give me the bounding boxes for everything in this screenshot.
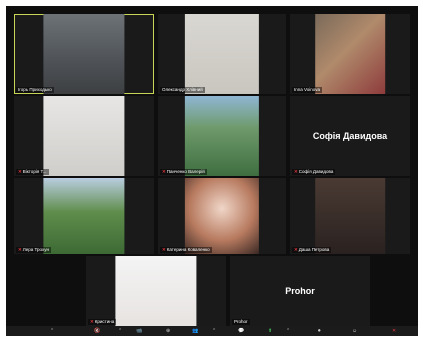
participant-tile-inna[interactable]: Inna Voinova — [290, 14, 410, 94]
participant-name-label: ✕Кристина — [88, 319, 117, 325]
participant-name-label: ✕Катерина Коваленко — [160, 247, 212, 253]
participant-video — [184, 178, 260, 254]
participant-name-label: ✕Софія Давидова — [292, 169, 336, 175]
participant-tile-oleksandr[interactable]: Олександр Хлівний — [158, 14, 286, 94]
participant-display-name: Софія Давидова — [312, 131, 388, 141]
audio-options-chevron-icon[interactable]: ⌃ — [50, 328, 54, 334]
mic-muted-icon: ✕ — [18, 169, 22, 174]
participant-video — [115, 256, 197, 326]
participant-name-label: Prohor — [232, 319, 250, 325]
participant-video — [43, 178, 125, 254]
participant-tile-viktoria[interactable]: ✕Вікторія Т... — [14, 96, 154, 176]
participant-name-label: ✕Вікторія Т... — [16, 169, 49, 175]
participant-tile-krystyna[interactable]: ✕Кристина — [86, 256, 226, 326]
participants-chevron-icon[interactable]: ⌃ — [212, 328, 216, 334]
record-icon[interactable]: ⏺ — [318, 328, 321, 334]
participant-video — [43, 96, 125, 176]
mic-muted-icon: ✕ — [90, 319, 94, 324]
participant-video — [315, 178, 385, 254]
participant-name-label: Ігорь Приходько — [16, 87, 54, 93]
participant-tile-kateryna[interactable]: ✕Катерина Коваленко — [158, 178, 286, 254]
share-chevron-icon[interactable]: ⌃ — [286, 328, 290, 334]
video-icon[interactable]: 📹 — [136, 328, 142, 334]
video-call-gallery: Ігорь Приходько Олександр Хлівний Inna V… — [6, 6, 418, 336]
mic-muted-icon: ✕ — [18, 247, 22, 252]
mute-icon[interactable]: 🔇 — [94, 328, 100, 334]
mic-muted-icon: ✕ — [294, 247, 298, 252]
participants-icon[interactable]: 👥 — [192, 328, 198, 334]
participant-name-label: ✕Панченко Валерій — [160, 169, 207, 175]
chat-icon[interactable]: 💬 — [238, 328, 244, 334]
participant-display-name: Prohor — [285, 286, 315, 296]
mic-muted-icon: ✕ — [294, 169, 298, 174]
mic-muted-icon: ✕ — [162, 169, 166, 174]
meeting-controls-toolbar: ⌃ 🔇 ⌃ 📹 ⊕ 👥 ⌃ 💬 ⬆ ⌃ ⏺ ☺ ✕ — [6, 326, 418, 336]
participant-video — [184, 96, 260, 176]
participant-video — [315, 14, 385, 94]
share-screen-icon[interactable]: ⬆ — [268, 328, 272, 334]
participant-name-label: Inna Voinova — [292, 87, 323, 93]
participant-name-label: ✕Даша Петрова — [292, 247, 332, 253]
participant-tile-prohor[interactable]: Prohor Prohor — [230, 256, 370, 326]
participant-name-label: Олександр Хлівний — [160, 87, 205, 93]
participant-video — [184, 14, 260, 94]
participant-tile-igor[interactable]: Ігорь Приходько — [14, 14, 154, 94]
security-icon[interactable]: ⊕ — [166, 328, 170, 334]
participant-tile-dasha[interactable]: ✕Даша Петрова — [290, 178, 410, 254]
video-options-chevron-icon[interactable]: ⌃ — [118, 328, 122, 334]
participant-tile-lera[interactable]: ✕Лера Трохун — [14, 178, 154, 254]
reactions-icon[interactable]: ☺ — [352, 328, 357, 334]
participant-video — [43, 14, 125, 94]
end-call-icon[interactable]: ✕ — [392, 328, 396, 334]
mic-muted-icon: ✕ — [162, 247, 166, 252]
participant-tile-sofia[interactable]: Софія Давидова ✕Софія Давидова — [290, 96, 410, 176]
participant-name-label: ✕Лера Трохун — [16, 247, 51, 253]
participant-tile-valeriy[interactable]: ✕Панченко Валерій — [158, 96, 286, 176]
